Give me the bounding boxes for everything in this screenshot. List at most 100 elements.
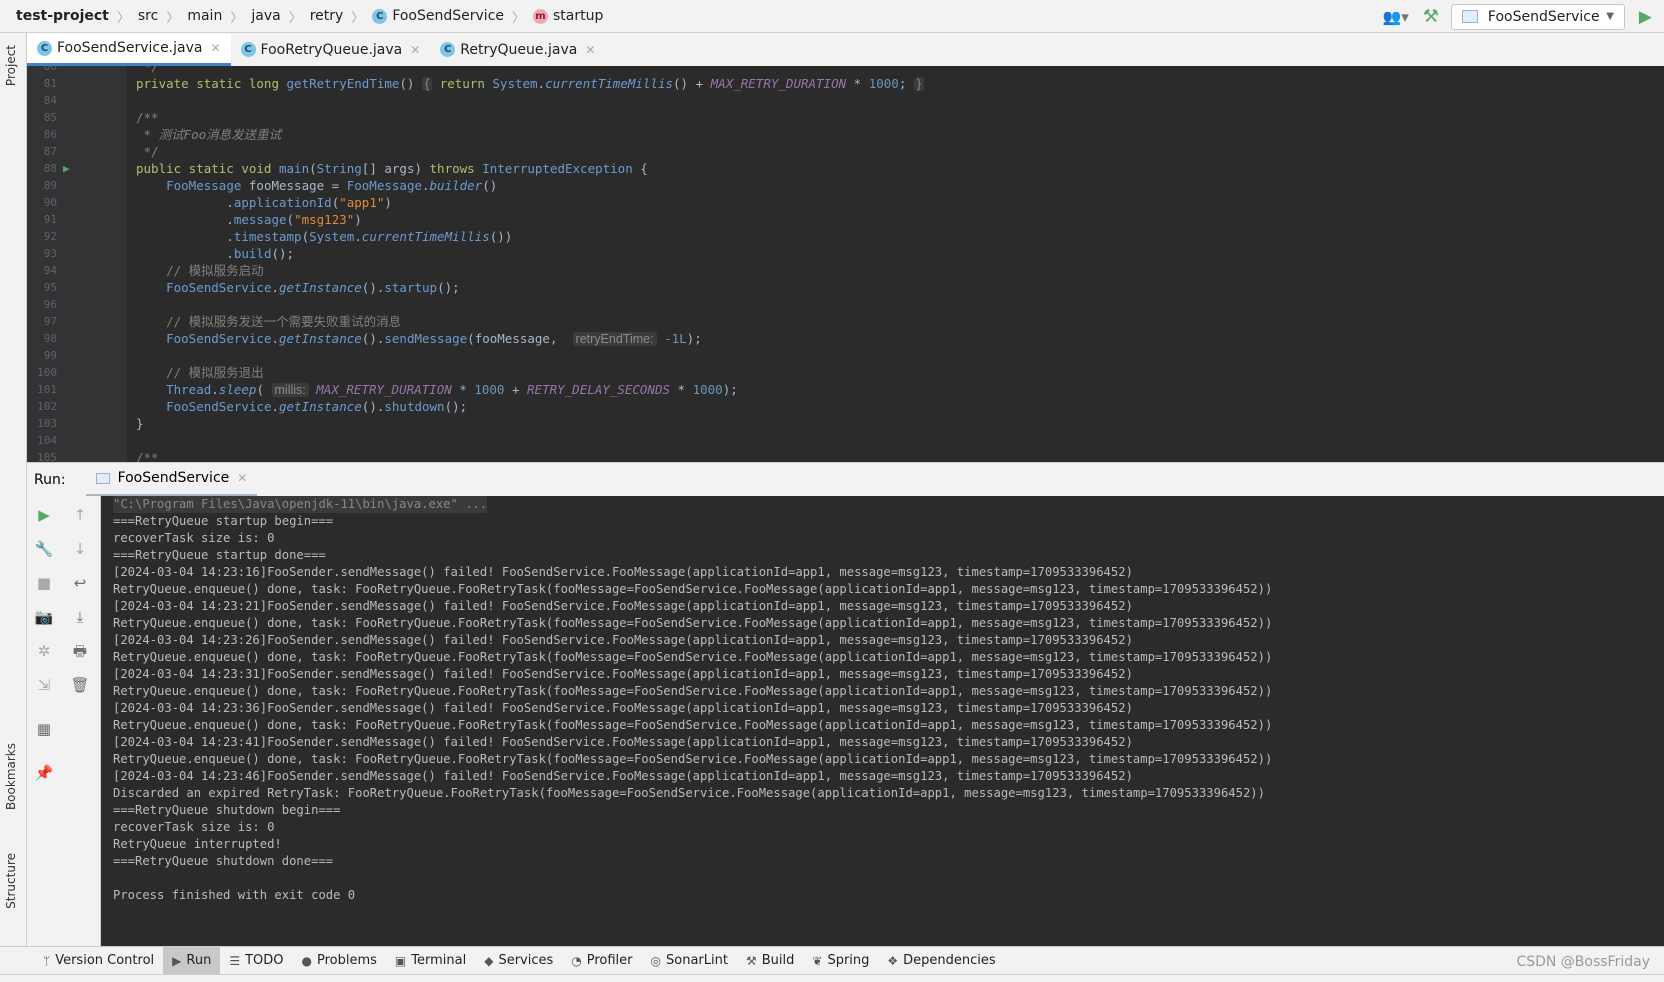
interface-icon: C [440, 42, 456, 57]
breadcrumb-src[interactable]: src 〉 [138, 7, 187, 26]
console-line: [2024-03-04 14:23:31]FooSender.sendMessa… [113, 667, 1133, 681]
build-hammer-icon[interactable]: ⚒ [1423, 6, 1439, 27]
tool-button-version-control[interactable]: ᛘ Version Control [34, 947, 163, 975]
services-icon: ◆ [484, 953, 494, 968]
print-icon[interactable]: 🖶 [69, 640, 91, 662]
tab-fooretryqueue[interactable]: C FooRetryQueue.java ✕ [231, 33, 431, 66]
breadcrumb-java[interactable]: java 〉 [251, 7, 309, 26]
console-line: ===RetryQueue startup done=== [113, 548, 326, 562]
spring-icon: ❦ [812, 953, 823, 968]
structure-tool-button[interactable]: Structure [4, 853, 18, 909]
chevron-down-icon: ▼ [1606, 11, 1614, 22]
code-editor[interactable]: 80 81 84 85 86 87 88 89 90 91 92 93 94 95 96 97 98 99 100 1… [27, 66, 1664, 462]
project-tool-button[interactable]: Project [4, 45, 18, 86]
breadcrumb-method[interactable]: m startup [533, 8, 603, 24]
close-icon[interactable]: ✕ [210, 41, 220, 55]
breadcrumb-class[interactable]: C FooSendService 〉 [372, 7, 533, 26]
soft-wrap-icon[interactable]: ↩ [69, 572, 91, 594]
run-tab-foosendservice[interactable]: FooSendService ✕ [85, 463, 258, 497]
exit-icon[interactable]: ⇲ [33, 674, 55, 696]
run-configuration-select[interactable]: FooSendService ▼ [1450, 3, 1625, 30]
run-panel-header: Run: FooSendService ✕ [27, 462, 1664, 497]
console-line: RetryQueue.enqueue() done, task: FooRetr… [113, 582, 1273, 596]
tool-button-label: Profiler [586, 953, 633, 968]
run-config-label: FooSendService [1487, 8, 1600, 25]
watermark: CSDN @BossFriday [1516, 954, 1650, 970]
breadcrumb-label: test-project [16, 8, 109, 24]
breadcrumb-retry[interactable]: retry 〉 [310, 7, 373, 26]
scroll-to-end-icon[interactable]: ⤓ [69, 606, 91, 628]
tool-button-problems[interactable]: ● Problems [293, 947, 386, 975]
line-number: 96 [43, 298, 57, 311]
console-line: [2024-03-04 14:23:26]FooSender.sendMessa… [113, 633, 1133, 647]
tool-button-label: Problems [316, 953, 377, 968]
breadcrumb-label: startup [553, 8, 604, 24]
breadcrumb-project[interactable]: test-project 〉 [16, 7, 138, 26]
navigation-bar: test-project 〉 src 〉 main 〉 java 〉 retry 〉 CF… [0, 0, 1664, 33]
camera-icon[interactable]: 📷 [33, 606, 55, 628]
close-icon[interactable]: ✕ [410, 43, 420, 57]
tool-button-profiler[interactable]: ◔ Profiler [562, 947, 641, 975]
tool-button-spring[interactable]: ❦ Spring [803, 947, 878, 975]
console-line: ===RetryQueue startup begin=== [113, 514, 334, 528]
tool-button-label: Spring [827, 953, 870, 968]
tool-button-services[interactable]: ◆ Services [475, 947, 562, 975]
breadcrumb-label: src [137, 8, 159, 24]
layout-icon[interactable]: ▦ [33, 718, 55, 740]
tool-button-label: Terminal [411, 953, 467, 968]
line-number: 99 [43, 349, 57, 362]
run-icon: ▶ [172, 953, 182, 968]
tool-button-sonarlint[interactable]: ◎ SonarLint [642, 947, 737, 975]
tool-button-todo[interactable]: ☰ TODO [220, 947, 292, 975]
tool-button-label: TODO [245, 953, 284, 968]
stop-icon[interactable]: ■ [33, 572, 55, 594]
class-icon: C [37, 40, 52, 56]
tool-button-label: Dependencies [903, 953, 996, 968]
run-gutter-icon[interactable]: ▶ [63, 160, 70, 177]
breadcrumb-label: main [187, 8, 223, 24]
bookmarks-tool-button[interactable]: Bookmarks [4, 743, 18, 810]
list-icon: ☰ [229, 953, 241, 968]
method-icon: m [533, 8, 549, 24]
config-icon [1461, 10, 1478, 23]
pin-icon[interactable]: 📌 [33, 762, 55, 784]
trash-icon[interactable]: 🗑 [69, 674, 91, 696]
line-number: 84 [43, 94, 57, 107]
run-toolbar: ▶ 🔧 ■ 📷 ✲ ⇲ ▦ 📌 ↑ ↓ ↩ ⤓ 🖶 🗑 [27, 496, 101, 946]
console-output[interactable]: "C:\Program Files\Java\openjdk-11\bin\ja… [101, 496, 1664, 946]
dependencies-icon: ❖ [887, 953, 899, 968]
editor-tabs: C FooSendService.java ✕ C FooRetryQueue.jav… [27, 33, 1664, 66]
down-arrow-icon[interactable]: ↓ [69, 538, 91, 560]
run-tab-label: FooSendService [117, 470, 230, 486]
tool-button-terminal[interactable]: ▣ Terminal [386, 947, 475, 975]
console-line: RetryQueue.enqueue() done, task: FooRetr… [113, 684, 1273, 698]
tool-button-run[interactable]: ▶ Run [163, 946, 221, 975]
tool-button-build[interactable]: ⚒ Build [737, 947, 803, 975]
tab-foosendservice[interactable]: C FooSendService.java ✕ [27, 33, 231, 66]
console-line: RetryQueue.enqueue() done, task: FooRetr… [113, 650, 1273, 664]
tool-window-bar: ᛘ Version Control ▶ Run ☰ TODO ● Problems ▣ Termi… [0, 946, 1664, 975]
run-label: Run: [34, 471, 66, 488]
run-button[interactable]: ▶ [1639, 7, 1652, 27]
debug-icon[interactable]: ✲ [33, 640, 55, 662]
wrench-icon[interactable]: 🔧 [33, 538, 55, 560]
tab-retryqueue[interactable]: C RetryQueue.java ✕ [430, 33, 605, 66]
console-line: RetryQueue.enqueue() done, task: FooRetr… [113, 752, 1273, 766]
tool-button-dependencies[interactable]: ❖ Dependencies [878, 947, 1004, 975]
line-number: 104 [37, 434, 57, 447]
tab-label: FooRetryQueue.java [260, 41, 403, 58]
left-tool-strip: Project Bookmarks Structure [0, 33, 27, 946]
config-icon [95, 472, 110, 484]
console-line: ===RetryQueue shutdown begin=== [113, 803, 341, 817]
console-line: [2024-03-04 14:23:41]FooSender.sendMessa… [113, 735, 1133, 749]
status-bar [0, 974, 1664, 982]
rerun-icon[interactable]: ▶ [33, 504, 55, 526]
user-icon[interactable]: 👥▾ [1383, 8, 1409, 26]
breadcrumb-label: java [251, 8, 281, 24]
breadcrumb-main[interactable]: main 〉 [187, 7, 251, 26]
close-icon[interactable]: ✕ [237, 471, 247, 485]
profiler-icon: ◔ [571, 953, 582, 968]
up-arrow-icon[interactable]: ↑ [69, 504, 91, 526]
close-icon[interactable]: ✕ [585, 43, 595, 57]
